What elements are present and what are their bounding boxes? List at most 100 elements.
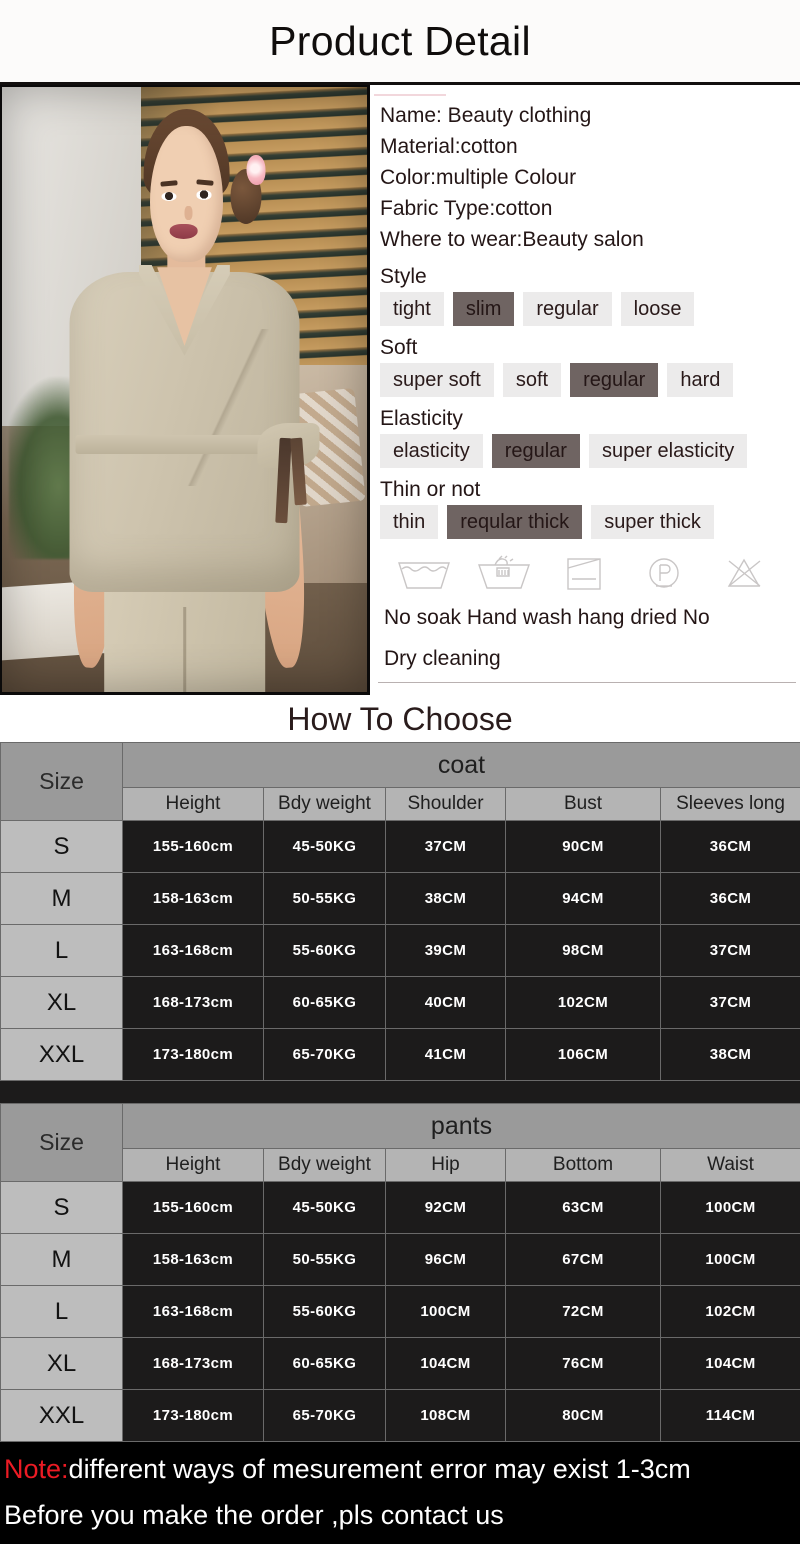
product-info-panel: Name: Beauty clothing Material:cotton Co… xyxy=(370,85,800,695)
page-title: Product Detail xyxy=(269,21,531,62)
note-line-1-rest: different ways of mesurement error may e… xyxy=(69,1454,691,1484)
cell: 168-173cm xyxy=(123,977,264,1029)
attribute-group-thickness: Thin or not thin reqular thick super thi… xyxy=(380,477,800,539)
care-instructions-icons xyxy=(380,551,800,597)
option-tight[interactable]: tight xyxy=(380,292,444,326)
model-head xyxy=(150,126,223,262)
cell: 104CM xyxy=(386,1338,506,1390)
product-detail-section: Name: Beauty clothing Material:cotton Co… xyxy=(0,85,800,695)
attribute-group-soft: Soft super soft soft regular hard xyxy=(380,335,800,397)
measurement-note: Note:different ways of mesurement error … xyxy=(0,1442,800,1544)
table-row: XXL 173-180cm 65-70KG 41CM 106CM 38CM xyxy=(1,1029,800,1081)
flower-hairpin-icon xyxy=(247,155,266,185)
pants-size-m: M xyxy=(1,1234,123,1286)
option-elasticity[interactable]: elasticity xyxy=(380,434,483,468)
attribute-label-soft: Soft xyxy=(380,335,800,360)
option-super-elasticity[interactable]: super elasticity xyxy=(589,434,747,468)
attribute-options-thickness: thin reqular thick super thick xyxy=(380,505,800,539)
cell: 100CM xyxy=(661,1182,800,1234)
option-regular[interactable]: regular xyxy=(523,292,611,326)
dry-clean-p-icon xyxy=(624,551,704,597)
option-thin[interactable]: thin xyxy=(380,505,438,539)
note-line-1: Note:different ways of mesurement error … xyxy=(4,1446,800,1492)
option-slim[interactable]: slim xyxy=(453,292,515,326)
cell: 45-50KG xyxy=(264,1182,386,1234)
care-underline xyxy=(378,682,796,683)
cell: 92CM xyxy=(386,1182,506,1234)
cell: 158-163cm xyxy=(123,873,264,925)
cell: 100CM xyxy=(386,1286,506,1338)
coat-size-m: M xyxy=(1,873,123,925)
pants-size-s: S xyxy=(1,1182,123,1234)
coat-col-bust: Bust xyxy=(506,788,661,821)
cell: 98CM xyxy=(506,925,661,977)
model-eye-right xyxy=(197,190,212,199)
cell: 158-163cm xyxy=(123,1234,264,1286)
cell: 72CM xyxy=(506,1286,661,1338)
wash-tub-icon xyxy=(384,551,464,597)
cell: 65-70KG xyxy=(264,1029,386,1081)
option-regular-soft[interactable]: regular xyxy=(570,363,658,397)
model-lips xyxy=(170,224,198,239)
cell: 50-55KG xyxy=(264,873,386,925)
coat-size-label: Size xyxy=(1,743,123,821)
cell: 39CM xyxy=(386,925,506,977)
table-row: M 158-163cm 50-55KG 38CM 94CM 36CM xyxy=(1,873,800,925)
table-separator xyxy=(0,1081,800,1103)
cell: 96CM xyxy=(386,1234,506,1286)
sizing-header: How To Choose xyxy=(0,695,800,742)
table-header-row: Size pants xyxy=(1,1104,800,1149)
sizing-title: How To Choose xyxy=(287,703,512,735)
note-keyword: Note: xyxy=(4,1454,69,1484)
cell: 80CM xyxy=(506,1390,661,1442)
coat-col-sleeves: Sleeves long xyxy=(661,788,800,821)
cell: 50-55KG xyxy=(264,1234,386,1286)
cell: 45-50KG xyxy=(264,821,386,873)
cell: 104CM xyxy=(661,1338,800,1390)
pants-size-xxl: XXL xyxy=(1,1390,123,1442)
cell: 67CM xyxy=(506,1234,661,1286)
option-loose[interactable]: loose xyxy=(621,292,695,326)
cell: 155-160cm xyxy=(123,821,264,873)
cell: 94CM xyxy=(506,873,661,925)
info-accent-line xyxy=(374,94,446,96)
option-super-soft[interactable]: super soft xyxy=(380,363,494,397)
cell: 55-60KG xyxy=(264,1286,386,1338)
option-regular-elasticity[interactable]: regular xyxy=(492,434,580,468)
cell: 163-168cm xyxy=(123,925,264,977)
attribute-group-elasticity: Elasticity elasticity regular super elas… xyxy=(380,406,800,468)
table-row: L 163-168cm 55-60KG 100CM 72CM 102CM xyxy=(1,1286,800,1338)
product-photo xyxy=(0,85,370,695)
hang-dry-icon xyxy=(544,551,624,597)
pants-size-label: Size xyxy=(1,1104,123,1182)
no-bleach-icon xyxy=(704,551,784,597)
cell: 38CM xyxy=(386,873,506,925)
cell: 76CM xyxy=(506,1338,661,1390)
cell: 36CM xyxy=(661,873,800,925)
option-hard[interactable]: hard xyxy=(667,363,733,397)
cell: 37CM xyxy=(661,925,800,977)
attribute-options-style: tight slim regular loose xyxy=(380,292,800,326)
spec-name: Name: Beauty clothing xyxy=(380,100,800,131)
cell: 41CM xyxy=(386,1029,506,1081)
table-row: XL 168-173cm 60-65KG 104CM 76CM 104CM xyxy=(1,1338,800,1390)
cell: 168-173cm xyxy=(123,1338,264,1390)
option-regular-thick[interactable]: reqular thick xyxy=(447,505,582,539)
photo-model xyxy=(2,87,367,692)
cell: 55-60KG xyxy=(264,925,386,977)
care-text-line-1: No soak Hand wash hang dried No xyxy=(384,597,800,638)
spec-color: Color:multiple Colour xyxy=(380,162,800,193)
cell: 36CM xyxy=(661,821,800,873)
coat-size-s: S xyxy=(1,821,123,873)
table-row: XXL 173-180cm 65-70KG 108CM 80CM 114CM xyxy=(1,1390,800,1442)
option-soft[interactable]: soft xyxy=(503,363,561,397)
care-text-line-2: Dry cleaning xyxy=(384,638,800,679)
pants-size-xl: XL xyxy=(1,1338,123,1390)
model-pants-seam xyxy=(183,607,186,692)
cell: 60-65KG xyxy=(264,977,386,1029)
cell: 60-65KG xyxy=(264,1338,386,1390)
cell: 173-180cm xyxy=(123,1390,264,1442)
cell: 173-180cm xyxy=(123,1029,264,1081)
option-super-thick[interactable]: super thick xyxy=(591,505,714,539)
cell: 102CM xyxy=(506,977,661,1029)
